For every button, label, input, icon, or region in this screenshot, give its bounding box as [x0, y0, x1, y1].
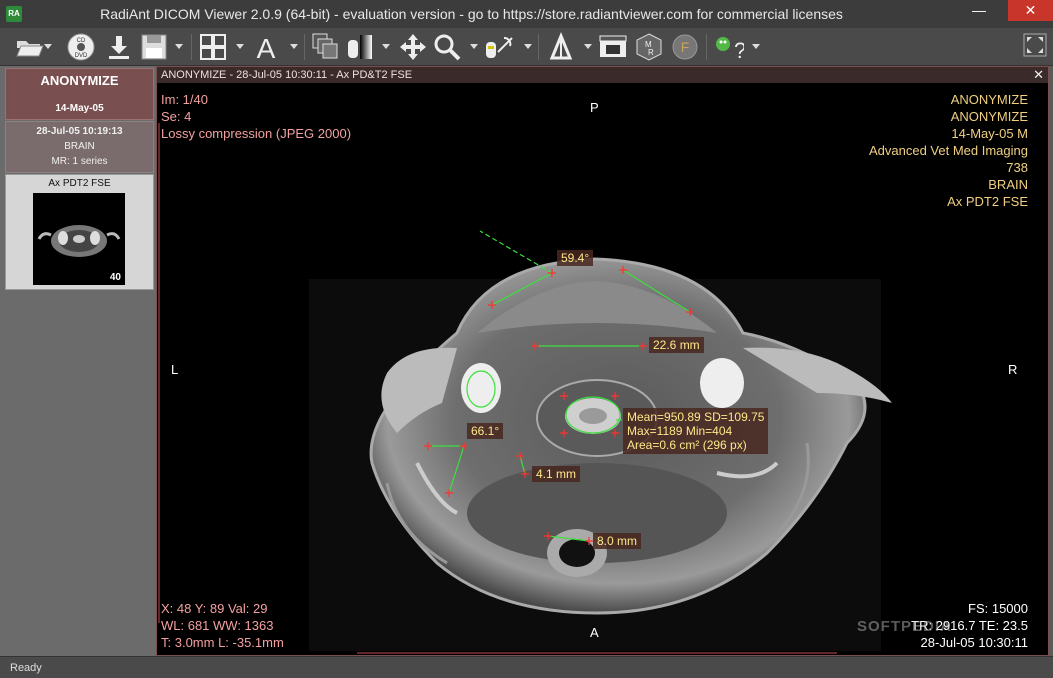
- orientation-left: L: [171, 362, 179, 377]
- study-datetime: 28-Jul-05 10:19:13: [36, 126, 123, 137]
- watermark: SOFTPEDIA: [857, 618, 952, 635]
- download-button[interactable]: [104, 32, 134, 62]
- overlay-top-right: ANONYMIZE ANONYMIZE 14-May-05 M Advanced…: [869, 91, 1028, 210]
- radiant-dicom-viewer-window: R A RadiAnt DICOM Viewer 2.0.9 (64-bit) -…: [0, 0, 1053, 678]
- angle-measurement-1[interactable]: 59.4°: [557, 250, 594, 266]
- distance-measurement-2[interactable]: 4.1 mm: [532, 466, 581, 482]
- mpr-button[interactable]: [546, 32, 592, 62]
- annotation-text-icon: A: [257, 33, 276, 62]
- window-title: RadiAnt DICOM Viewer 2.0.9 (64-bit) - ev…: [100, 6, 843, 22]
- slice-thickness-location: T: 3.0mm L: -35.1mm: [161, 635, 284, 650]
- roi-max-min: Max=1189 Min=404: [627, 424, 733, 438]
- zoom-button[interactable]: [432, 32, 478, 62]
- patient-birth-date: 14-May-05: [55, 103, 104, 114]
- svg-text:CD: CD: [77, 38, 86, 44]
- series-stack-icon: [312, 33, 338, 59]
- status-bar: Ready: [0, 656, 1053, 678]
- study-card[interactable]: 28-Jul-05 10:19:13 BRAIN MR: 1 series: [5, 121, 154, 173]
- patient-name: ANONYMIZE: [40, 73, 119, 88]
- download-icon: [109, 36, 129, 59]
- viewport-title: ANONYMIZE - 28-Jul-05 10:30:11 - Ax PD&T…: [161, 69, 413, 81]
- orientation-bottom: A: [590, 625, 599, 640]
- cd-dvd-icon: CD DVD: [67, 33, 95, 61]
- mpr-icon: [549, 32, 573, 60]
- svg-text:F: F: [681, 39, 690, 55]
- roi-area: Area=0.6 cm² (296 px): [627, 438, 747, 452]
- 3d-mpr-button[interactable]: MR: [634, 32, 664, 62]
- study-description: BRAIN: [64, 141, 95, 152]
- series-thumbnail-card[interactable]: Ax PDT2 FSE 40: [5, 174, 154, 290]
- svg-text:DVD: DVD: [75, 53, 88, 59]
- study-browser-panel: ANONYMIZE 14-May-05 28-Jul-05 10:19:13 B…: [0, 66, 156, 656]
- movie-button[interactable]: [598, 32, 628, 62]
- viewport-header: ANONYMIZE - 28-Jul-05 10:30:11 - Ax PD&T…: [157, 67, 1048, 83]
- image-canvas[interactable]: Im: 1/40 Se: 4 Lossy compression (JPEG 2…: [157, 83, 1048, 655]
- orientation-top: P: [590, 100, 599, 115]
- measure-tools-button[interactable]: [484, 32, 532, 62]
- distance-measurement-1[interactable]: 22.6 mm: [649, 337, 704, 353]
- cd-dvd-button[interactable]: CD DVD: [66, 32, 98, 62]
- orientation-right: R: [1008, 362, 1018, 377]
- series-name: Ax PDT2 FSE: [48, 178, 111, 189]
- distance-measurement-3[interactable]: 8.0 mm: [593, 533, 642, 549]
- annotation-text-button[interactable]: A: [252, 32, 298, 62]
- save-button[interactable]: [139, 32, 183, 62]
- institution-overlay: Advanced Vet Med Imaging: [869, 143, 1028, 158]
- overlay-bottom-left: X: 48 Y: 89 Val: 29 WL: 681 WW: 1363 T: …: [161, 600, 284, 651]
- series-description-overlay: Ax PDT2 FSE: [947, 194, 1028, 209]
- cursor-position-value: X: 48 Y: 89 Val: 29: [161, 601, 268, 616]
- window-level-icon: [348, 35, 372, 59]
- series-number: Se: 4: [161, 109, 192, 124]
- study-description-overlay: BRAIN: [988, 177, 1028, 192]
- image-index: Im: 1/40: [161, 92, 208, 107]
- title-bar: RA RadiAnt DICOM Viewer 2.0.9 (64-bit) -…: [0, 0, 1053, 28]
- open-folder-icon: [16, 41, 44, 57]
- minimize-button[interactable]: —: [966, 0, 992, 21]
- fullscreen-icon: [1023, 33, 1047, 57]
- compression-info: Lossy compression (JPEG 2000): [161, 126, 352, 141]
- field-strength: FS: 15000: [968, 601, 1028, 616]
- angle-measurement-2[interactable]: 66.1°: [467, 423, 504, 439]
- roi-statistics[interactable]: Mean=950.89 SD=109.75 Max=1189 Min=404 A…: [623, 408, 769, 454]
- zoom-icon: [434, 34, 461, 61]
- series-stack-button[interactable]: [311, 32, 341, 62]
- movie-icon: [599, 35, 627, 57]
- image-viewport[interactable]: ANONYMIZE - 28-Jul-05 10:30:11 - Ax PD&T…: [156, 66, 1049, 656]
- layout-button[interactable]: [198, 32, 244, 62]
- close-viewport-icon[interactable]: ✕: [1033, 67, 1044, 83]
- roi-mean-sd: Mean=950.89 SD=109.75: [627, 410, 765, 424]
- close-window-button[interactable]: ✕: [1008, 0, 1053, 21]
- open-folder-button[interactable]: [14, 32, 52, 62]
- help-button[interactable]: ?: [714, 32, 760, 62]
- pan-button[interactable]: [398, 32, 428, 62]
- acquisition-datetime: 28-Jul-05 10:30:11: [920, 635, 1028, 650]
- measure-tools-icon: [486, 37, 513, 58]
- main-toolbar: CD DVD A M R F: [0, 28, 1053, 66]
- svg-text:?: ?: [734, 38, 744, 62]
- save-icon: [141, 34, 167, 60]
- window-level-button[interactable]: [344, 32, 390, 62]
- overlay-top-left: Im: 1/40 Se: 4 Lossy compression (JPEG 2…: [161, 91, 351, 142]
- layout-grid-icon: [200, 34, 226, 60]
- status-text: Ready: [10, 662, 42, 674]
- patient-name-overlay: ANONYMIZE: [950, 92, 1028, 107]
- svg-text:R: R: [648, 48, 654, 57]
- patient-card[interactable]: ANONYMIZE 14-May-05: [5, 68, 154, 120]
- pan-icon: [400, 34, 426, 60]
- svg-text:A: A: [257, 33, 276, 62]
- accession-overlay: 738: [1006, 160, 1028, 175]
- series-image-count: 40: [109, 272, 121, 283]
- 3d-mpr-icon: MR: [636, 33, 662, 61]
- patient-id-overlay: ANONYMIZE: [950, 109, 1028, 124]
- help-icon: ?: [716, 37, 744, 62]
- patient-dob-sex-overlay: 14-May-05 M: [951, 126, 1028, 141]
- fusion-icon: F: [672, 34, 698, 60]
- fusion-button[interactable]: F: [670, 32, 700, 62]
- study-modality-info: MR: 1 series: [51, 156, 108, 167]
- series-thumbnail-image: 40: [33, 193, 125, 285]
- fullscreen-button[interactable]: [1022, 32, 1048, 62]
- window-level-width: WL: 681 WW: 1363: [161, 618, 274, 633]
